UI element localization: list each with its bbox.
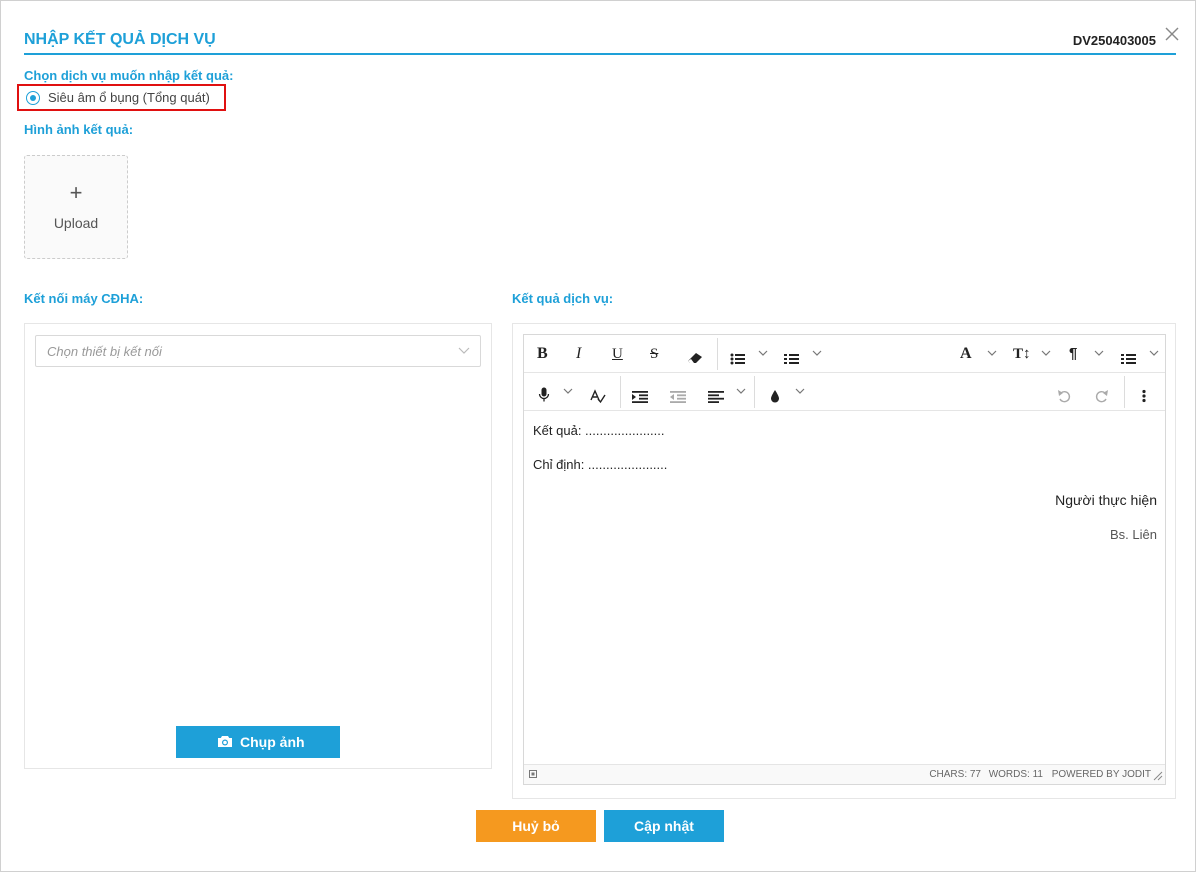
align-icon[interactable] xyxy=(708,386,724,408)
service-code: DV250403005 xyxy=(1072,33,1156,48)
indication-line-dots: ...................... xyxy=(587,457,668,472)
upload-button[interactable]: + Upload xyxy=(24,155,128,259)
result-entry-modal: NHẬP KẾT QUẢ DỊCH VỤ DV250403005 Chọn dị… xyxy=(0,0,1196,872)
source-icon[interactable] xyxy=(529,770,537,778)
device-select[interactable]: Chọn thiết bị kết nối xyxy=(35,335,481,367)
radio-button[interactable] xyxy=(26,91,40,105)
chevron-down-icon[interactable] xyxy=(987,350,997,357)
service-select-label: Chọn dịch vụ muốn nhập kết quả: xyxy=(24,68,234,83)
microphone-icon[interactable] xyxy=(538,384,550,406)
chevron-down-icon[interactable] xyxy=(563,388,573,395)
more-icon[interactable] xyxy=(1141,385,1147,407)
result-line-label: Kết quả: xyxy=(533,423,586,438)
editor-content[interactable]: Kết quả: ...................... Chỉ định… xyxy=(524,412,1165,764)
toolbar-separator xyxy=(1124,376,1125,408)
paragraph-icon[interactable]: ¶ xyxy=(1069,343,1077,365)
result-line-dots: ...................... xyxy=(585,423,665,438)
capture-label: Chụp ảnh xyxy=(240,734,305,750)
doctor-name: Bs. Liên xyxy=(1110,527,1157,542)
unordered-list-icon[interactable] xyxy=(730,348,746,370)
indication-line: Chỉ định: ...................... xyxy=(533,457,667,472)
powered-by: POWERED BY JODIT xyxy=(1051,769,1151,780)
device-panel: Chọn thiết bị kết nối Chụp ảnh xyxy=(24,323,492,769)
font-size-icon[interactable]: T↕ xyxy=(1013,343,1031,365)
indication-line-label: Chỉ định: xyxy=(533,457,588,472)
chevron-down-icon[interactable] xyxy=(812,350,822,357)
result-images-label: Hình ảnh kết quả: xyxy=(24,122,134,137)
rich-text-editor[interactable]: B I U S A T↕ ¶ Kết quả: ................… xyxy=(523,334,1166,785)
service-option-label: Siêu âm ổ bụng (Tổng quát) xyxy=(48,90,210,105)
resize-handle-icon[interactable] xyxy=(1153,771,1163,781)
chevron-down-icon[interactable] xyxy=(736,388,746,395)
toolbar-separator xyxy=(620,376,621,408)
toolbar-separator xyxy=(717,338,718,370)
result-panel: B I U S A T↕ ¶ Kết quả: ................… xyxy=(512,323,1176,799)
ordered-list-icon[interactable] xyxy=(784,348,800,370)
redo-icon[interactable] xyxy=(1095,385,1109,407)
capture-button[interactable]: Chụp ảnh xyxy=(176,726,340,758)
italic-icon[interactable]: I xyxy=(576,343,581,365)
chars-count: CHARS: 77 xyxy=(929,769,981,780)
underline-icon[interactable]: U xyxy=(612,343,623,365)
indent-icon[interactable] xyxy=(632,386,648,408)
cancel-button[interactable]: Huỷ bỏ xyxy=(476,810,596,842)
upload-label: Upload xyxy=(53,215,99,231)
camera-icon xyxy=(218,736,232,747)
close-icon[interactable] xyxy=(1163,25,1183,45)
toolbar-separator xyxy=(754,376,755,408)
service-radio-option[interactable]: Siêu âm ổ bụng (Tổng quát) xyxy=(17,84,226,111)
result-line: Kết quả: ...................... xyxy=(533,423,665,438)
words-count: WORDS: 11 xyxy=(988,769,1043,780)
bold-icon[interactable]: B xyxy=(537,343,548,365)
table-icon[interactable] xyxy=(1121,348,1137,370)
modal-header: NHẬP KẾT QUẢ DỊCH VỤ DV250403005 xyxy=(24,23,1176,55)
chevron-down-icon[interactable] xyxy=(1149,350,1159,357)
outdent-icon[interactable] xyxy=(670,386,686,408)
modal-title: NHẬP KẾT QUẢ DỊCH VỤ xyxy=(24,31,216,48)
device-select-placeholder: Chọn thiết bị kết nối xyxy=(47,344,162,359)
performer-label: Người thực hiện xyxy=(1055,492,1157,508)
editor-toolbar-row-1: B I U S A T↕ ¶ xyxy=(524,335,1165,373)
editor-statusbar: CHARS: 77 WORDS: 11 POWERED BY JODIT xyxy=(524,764,1165,784)
device-connect-label: Kết nối máy CĐHA: xyxy=(24,291,144,306)
plus-icon: + xyxy=(69,180,83,205)
chevron-down-icon xyxy=(458,347,470,354)
color-icon[interactable] xyxy=(770,385,780,407)
undo-icon[interactable] xyxy=(1057,385,1071,407)
chevron-down-icon[interactable] xyxy=(1094,350,1104,357)
service-result-label: Kết quả dịch vụ: xyxy=(512,291,614,306)
spellcheck-icon[interactable] xyxy=(590,385,606,407)
strikethrough-icon[interactable]: S xyxy=(650,343,658,365)
font-icon[interactable]: A xyxy=(960,343,972,365)
eraser-icon[interactable] xyxy=(687,347,703,369)
chevron-down-icon[interactable] xyxy=(1041,350,1051,357)
editor-toolbar-row-2 xyxy=(524,373,1165,411)
chevron-down-icon[interactable] xyxy=(758,350,768,357)
chevron-down-icon[interactable] xyxy=(795,388,805,395)
update-button[interactable]: Cập nhật xyxy=(604,810,724,842)
